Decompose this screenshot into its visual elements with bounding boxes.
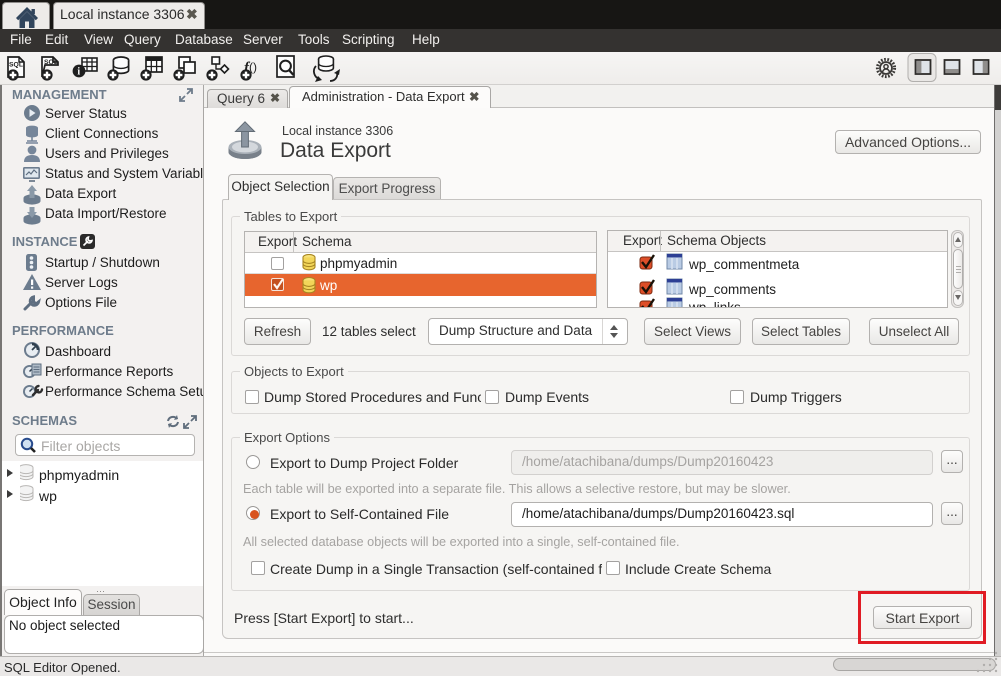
svg-text:i: i — [77, 66, 80, 77]
svg-text:SQL: SQL — [44, 59, 58, 66]
